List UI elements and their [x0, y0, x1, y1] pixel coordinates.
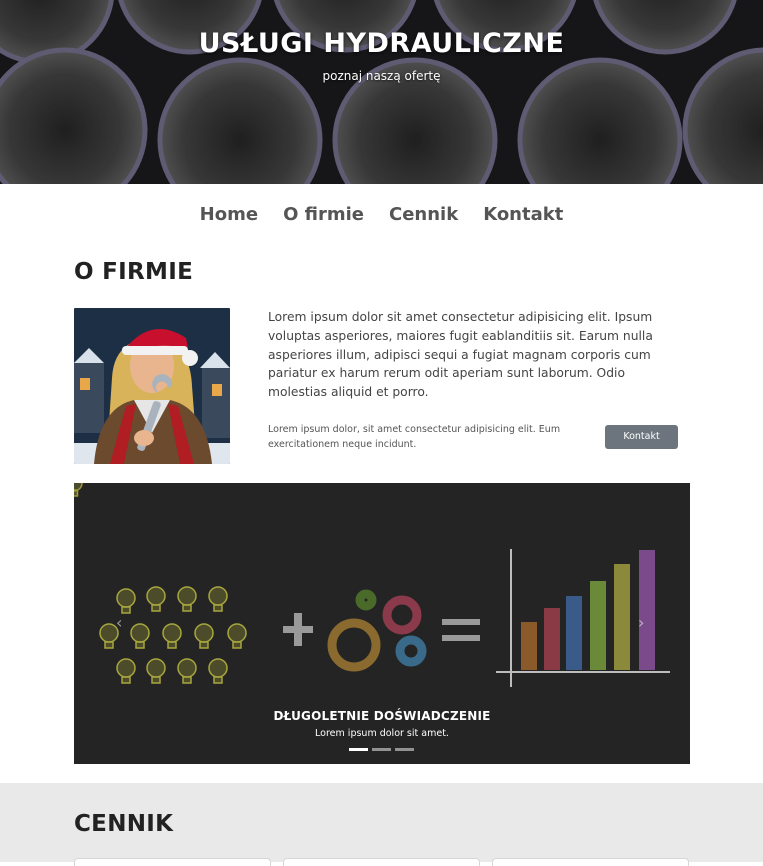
about-bottom: Lorem ipsum dolor, sit amet consectetur …: [268, 422, 684, 452]
pricing-card: [492, 858, 689, 866]
carousel-indicator-2[interactable]: [372, 748, 391, 751]
about-small-text: Lorem ipsum dolor, sit amet consectetur …: [268, 423, 561, 450]
carousel-caption: DŁUGOLETNIE DOŚWIADCZENIE Lorem ipsum do…: [74, 709, 690, 739]
about-content: Lorem ipsum dolor sit amet consectetur a…: [268, 308, 684, 464]
pricing-card: [74, 858, 271, 866]
plumber-portrait-image: [74, 308, 230, 464]
carousel-prev-icon[interactable]: ‹: [116, 613, 122, 632]
hero-subtitle: poznaj naszą ofertę: [322, 69, 441, 83]
carousel-next-icon[interactable]: ›: [638, 613, 644, 632]
carousel-indicators: [349, 748, 414, 751]
nav-item-home[interactable]: Home: [200, 204, 258, 225]
pricing-title: CENNIK: [74, 811, 174, 837]
experience-carousel: ‹ › DŁUGOLETNIE DOŚWIADCZENIE Lorem ipsu…: [74, 483, 690, 764]
pricing-card: [283, 858, 480, 866]
about-text: Lorem ipsum dolor sit amet consectetur a…: [268, 310, 653, 400]
hero-title: USŁUGI HYDRAULICZNE: [198, 28, 565, 59]
carousel-indicator-3[interactable]: [395, 748, 414, 751]
about-section: O FIRMIE Lorem ipsum dolor sit amet cons…: [74, 259, 690, 764]
about-row: Lorem ipsum dolor sit amet consectetur a…: [74, 308, 690, 464]
nav-item-kontakt[interactable]: Kontakt: [483, 204, 563, 225]
hero-text: USŁUGI HYDRAULICZNE poznaj naszą ofertę: [0, 28, 763, 83]
carousel-caption-title: DŁUGOLETNIE DOŚWIADCZENIE: [273, 709, 491, 723]
hero-banner: USŁUGI HYDRAULICZNE poznaj naszą ofertę: [0, 0, 763, 184]
pricing-section: CENNIK: [0, 783, 763, 866]
pricing-cards: [74, 858, 689, 866]
nav-item-o-firmie[interactable]: O firmie: [283, 204, 364, 225]
carousel-caption-text: Lorem ipsum dolor sit amet.: [315, 728, 449, 739]
kontakt-button[interactable]: Kontakt: [605, 424, 678, 449]
carousel-indicator-1[interactable]: [349, 748, 368, 751]
about-title: O FIRMIE: [74, 259, 194, 285]
main-nav: Home O firmie Cennik Kontakt: [0, 184, 763, 242]
nav-item-cennik[interactable]: Cennik: [389, 204, 458, 225]
